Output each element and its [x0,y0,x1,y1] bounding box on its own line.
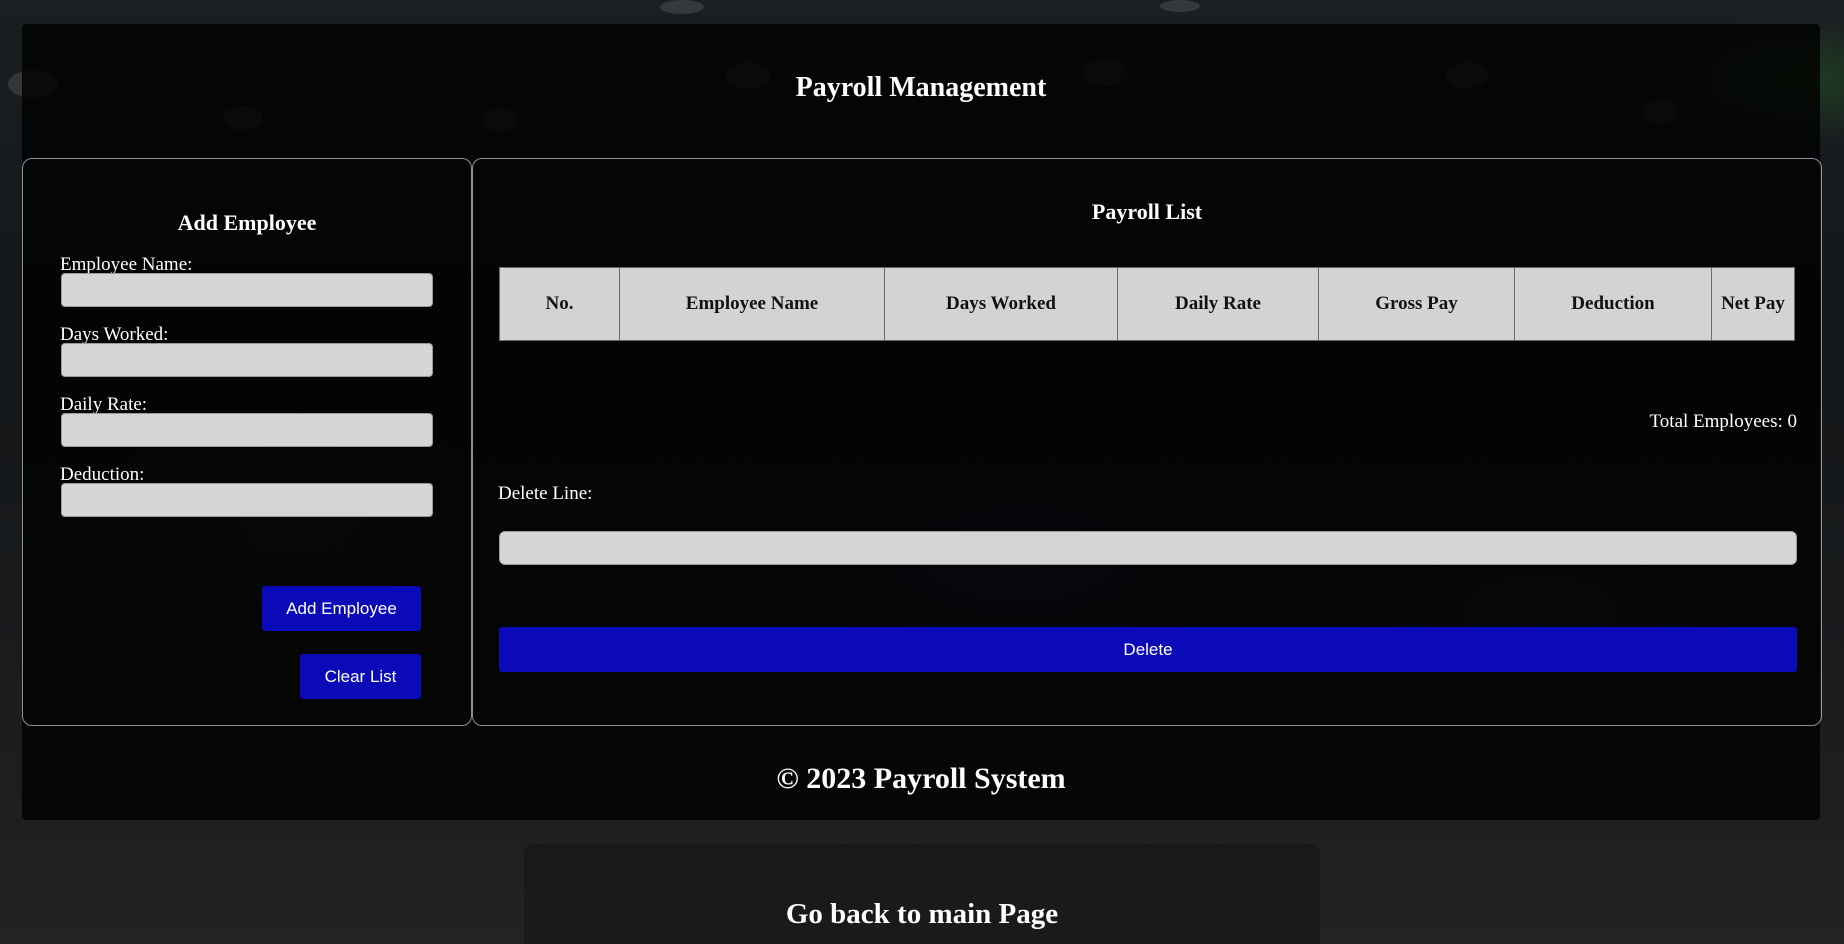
background-light [1160,0,1200,12]
column-header-deduction: Deduction [1514,267,1712,341]
add-employee-heading: Add Employee [177,210,317,235]
column-header-no: No. [499,267,620,341]
payroll-list-panel: Payroll List No. Employee Name Days Work… [472,158,1822,726]
footer-copyright: © 2023 Payroll System [776,762,1066,795]
table-header-row: No. Employee Name Days Worked Daily Rate… [499,267,1795,341]
total-employees: Total Employees: 0 [1649,411,1797,432]
payroll-table: No. Employee Name Days Worked Daily Rate… [499,267,1795,341]
add-employee-button[interactable]: Add Employee [262,586,421,631]
deduction-input[interactable] [61,483,433,517]
background-light [660,0,704,14]
column-header-gross-pay: Gross Pay [1318,267,1515,341]
clear-list-button[interactable]: Clear List [300,654,421,699]
column-header-daily-rate: Daily Rate [1117,267,1319,341]
page-title: Payroll Management [795,72,1047,103]
column-header-net-pay: Net Pay [1711,267,1795,341]
back-link-box: Go back to main Page [524,844,1320,944]
add-employee-panel: Add Employee Employee Name: Days Worked:… [22,158,472,726]
payroll-list-heading: Payroll List [1091,199,1203,224]
delete-line-label: Delete Line: [498,483,593,504]
delete-button[interactable]: Delete [499,627,1797,672]
main-container: Payroll Management Add Employee Employee… [22,24,1822,820]
employee-name-input[interactable] [61,273,433,307]
payroll-table-wrapper: No. Employee Name Days Worked Daily Rate… [499,267,1795,341]
delete-line-input[interactable] [499,531,1797,565]
daily-rate-input[interactable] [61,413,433,447]
back-to-main-link[interactable]: Go back to main Page [524,898,1320,931]
column-header-days-worked: Days Worked [884,267,1118,341]
column-header-employee-name: Employee Name [619,267,885,341]
days-worked-input[interactable] [61,343,433,377]
